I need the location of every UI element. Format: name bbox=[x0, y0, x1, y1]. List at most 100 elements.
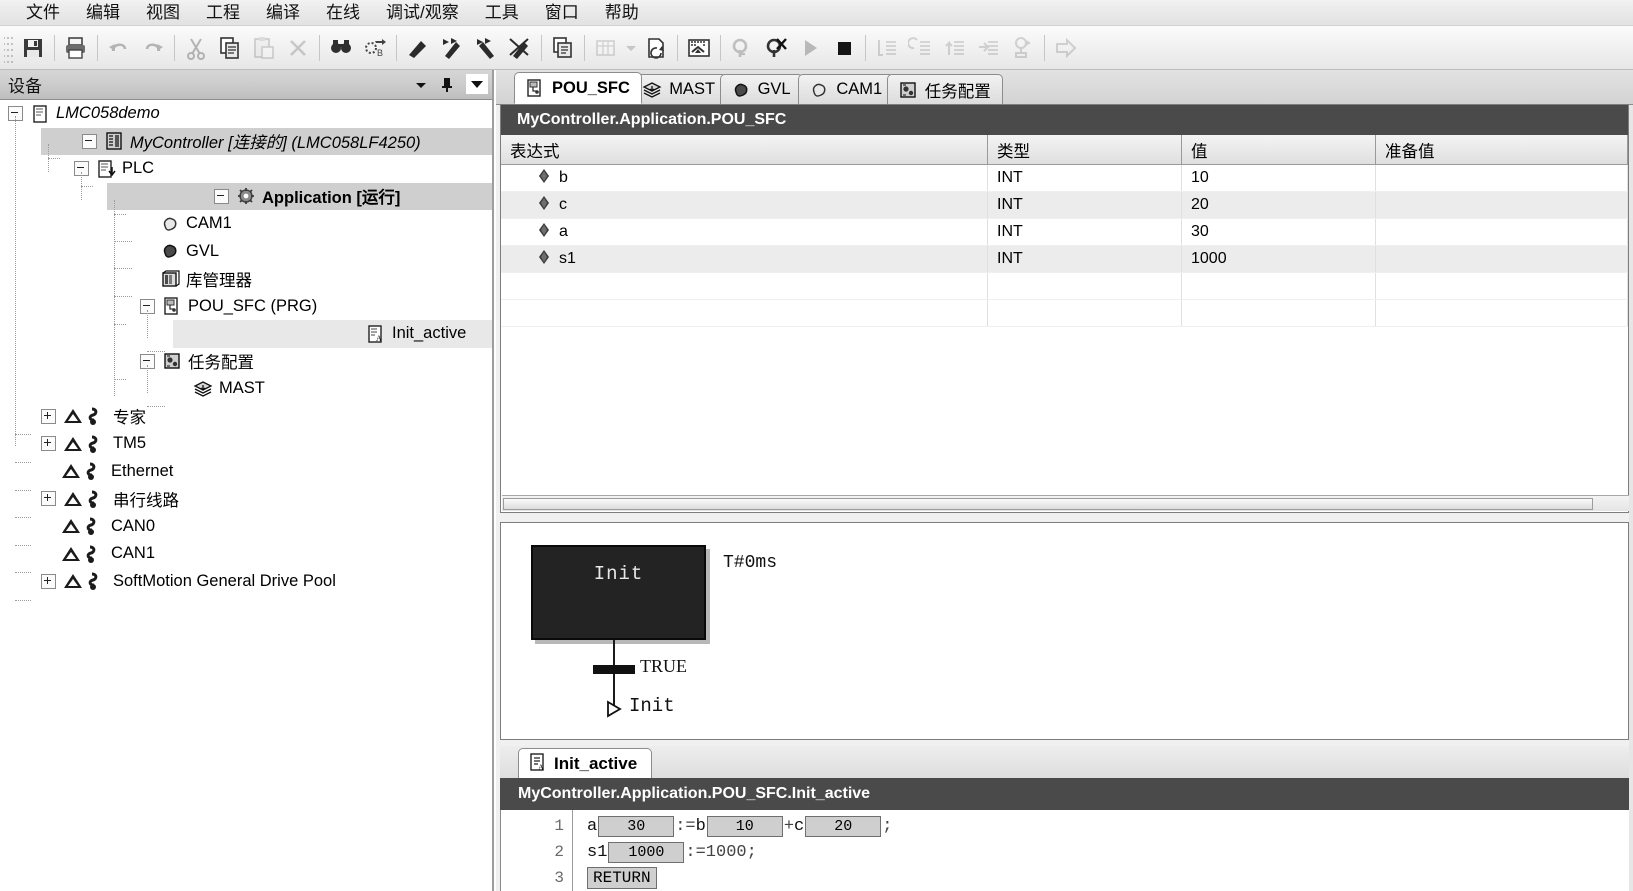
redo-icon[interactable] bbox=[136, 31, 170, 65]
arrow-right-icon[interactable] bbox=[1049, 31, 1083, 65]
cell-type[interactable]: INT bbox=[988, 246, 1182, 272]
tree-expand-icon[interactable] bbox=[41, 408, 56, 424]
cell-value[interactable]: 30 bbox=[1182, 219, 1376, 245]
cell-empty[interactable] bbox=[988, 300, 1182, 326]
cell-value[interactable]: 1000 bbox=[1182, 246, 1376, 272]
cell-type[interactable]: INT bbox=[988, 192, 1182, 218]
tree-collapse-icon[interactable] bbox=[82, 133, 97, 149]
step-up-icon[interactable] bbox=[938, 31, 972, 65]
panel-dropdown-icon[interactable] bbox=[408, 74, 434, 96]
tree-item[interactable]: LMC058demo bbox=[0, 100, 160, 128]
step-into-icon[interactable] bbox=[469, 31, 503, 65]
cut-icon[interactable] bbox=[179, 31, 213, 65]
sfc-transition-bar[interactable] bbox=[593, 665, 635, 674]
code-line[interactable]: s1 1000:=1000; bbox=[587, 840, 757, 864]
inline-monitor-value[interactable]: 1000 bbox=[608, 841, 685, 863]
tree-item[interactable]: MAST bbox=[0, 375, 265, 403]
menu-project[interactable]: 工程 bbox=[206, 3, 240, 23]
menu-build[interactable]: 编译 bbox=[266, 3, 300, 23]
sfc-diagram-panel[interactable]: Init T#0ms TRUE Init bbox=[500, 522, 1629, 740]
clipboard-list-icon[interactable] bbox=[546, 31, 580, 65]
tree-item[interactable]: PLC bbox=[0, 155, 154, 183]
inline-monitor-value[interactable]: 10 bbox=[706, 815, 783, 837]
cell-prepared-value[interactable] bbox=[1376, 219, 1628, 245]
cell-empty[interactable] bbox=[501, 300, 988, 326]
code-body[interactable]: 123 a 30:= b 10 + c 20; s1 1000:=1000; RETURN bbox=[500, 810, 1629, 891]
menu-online[interactable]: 在线 bbox=[326, 3, 360, 23]
tree-item[interactable]: MyController [连接的] (LMC058LF4250) bbox=[41, 127, 492, 155]
table-row-empty[interactable] bbox=[501, 300, 1628, 327]
chevron-down-icon[interactable] bbox=[623, 31, 639, 65]
paste-icon[interactable] bbox=[247, 31, 281, 65]
breakpoint-icon[interactable] bbox=[401, 31, 435, 65]
pin-icon[interactable] bbox=[434, 74, 460, 96]
grid-dropdown-icon[interactable] bbox=[589, 31, 623, 65]
tree-item[interactable]: 任务配置 bbox=[0, 348, 254, 376]
replace-icon[interactable]: B bbox=[358, 31, 392, 65]
menu-edit[interactable]: 编辑 bbox=[86, 3, 120, 23]
code-line[interactable]: a 30:= b 10 + c 20; bbox=[587, 814, 892, 838]
monitor-hscrollbar[interactable] bbox=[502, 495, 1629, 511]
cell-empty[interactable] bbox=[1182, 273, 1376, 299]
code-line[interactable]: RETURN bbox=[587, 866, 657, 890]
return-statement[interactable]: RETURN bbox=[587, 867, 657, 889]
step-over-icon[interactable] bbox=[435, 31, 469, 65]
tree-item[interactable]: Application [运行] bbox=[107, 182, 492, 210]
inline-monitor-value[interactable]: 20 bbox=[805, 815, 882, 837]
inline-monitor-value[interactable]: 30 bbox=[598, 815, 675, 837]
menu-window[interactable]: 窗口 bbox=[545, 3, 579, 23]
find-icon[interactable] bbox=[324, 31, 358, 65]
cell-empty[interactable] bbox=[988, 273, 1182, 299]
table-row[interactable]: a INT 30 bbox=[501, 219, 1628, 246]
tab-POU_SFC[interactable]: POU_SFC bbox=[514, 72, 642, 104]
table-row[interactable]: b INT 10 bbox=[501, 165, 1628, 192]
new-page-icon[interactable] bbox=[639, 31, 673, 65]
menu-view[interactable]: 视图 bbox=[146, 3, 180, 23]
cell-expression[interactable]: s1 bbox=[501, 246, 988, 272]
cell-type[interactable]: INT bbox=[988, 219, 1182, 245]
cell-empty[interactable] bbox=[1376, 273, 1628, 299]
menu-debug-watch[interactable]: 调试/观察 bbox=[386, 3, 459, 23]
cell-prepared-value[interactable] bbox=[1376, 165, 1628, 191]
toolbar-grip[interactable] bbox=[4, 32, 14, 63]
tab-任务配置[interactable]: 任务配置 bbox=[886, 74, 1003, 104]
undo-icon[interactable] bbox=[102, 31, 136, 65]
tree-item[interactable]: A Init_active bbox=[173, 320, 492, 348]
step-to-icon[interactable] bbox=[972, 31, 1006, 65]
tree-item[interactable]: 专家 bbox=[0, 403, 146, 431]
cycle-icon[interactable] bbox=[1006, 31, 1040, 65]
logout-icon[interactable] bbox=[759, 31, 793, 65]
tree-expand-icon[interactable] bbox=[41, 436, 56, 452]
sfc-step-init[interactable]: Init bbox=[531, 545, 706, 640]
save-icon[interactable] bbox=[16, 31, 50, 65]
tree-item[interactable]: POU_SFC (PRG) bbox=[0, 293, 317, 321]
tab-CAM1[interactable]: CAM1 bbox=[798, 74, 895, 104]
cell-empty[interactable] bbox=[501, 273, 988, 299]
cell-expression[interactable]: b bbox=[501, 165, 988, 191]
sfc-canvas[interactable]: Init T#0ms TRUE Init bbox=[501, 523, 1628, 739]
cell-value[interactable]: 20 bbox=[1182, 192, 1376, 218]
tree-collapse-icon[interactable] bbox=[214, 188, 229, 204]
cell-empty[interactable] bbox=[1182, 300, 1376, 326]
tree-item[interactable]: 库管理器 bbox=[0, 265, 252, 293]
cell-value[interactable]: 10 bbox=[1182, 165, 1376, 191]
copy-icon[interactable] bbox=[213, 31, 247, 65]
step-back-icon[interactable] bbox=[904, 31, 938, 65]
column-header[interactable]: 表达式 bbox=[501, 135, 988, 164]
menu-file[interactable]: 文件 bbox=[26, 3, 60, 23]
tree-scroll-down-arrow[interactable] bbox=[466, 74, 488, 94]
build-icon[interactable] bbox=[682, 31, 716, 65]
column-header[interactable]: 类型 bbox=[988, 135, 1182, 164]
tree-expand-icon[interactable] bbox=[41, 573, 56, 589]
tree-item[interactable]: SoftMotion General Drive Pool bbox=[0, 568, 336, 596]
monitor-table-body[interactable]: b INT 10 c INT 20 a INT 30 s1 INT 1000 bbox=[501, 165, 1628, 327]
monitor-hscrollbar-thumb[interactable] bbox=[503, 498, 1593, 510]
cell-prepared-value[interactable] bbox=[1376, 246, 1628, 272]
step-out-icon[interactable] bbox=[503, 31, 537, 65]
stop-icon[interactable] bbox=[827, 31, 861, 65]
print-icon[interactable] bbox=[59, 31, 93, 65]
delete-icon[interactable] bbox=[281, 31, 315, 65]
menu-tools[interactable]: 工具 bbox=[485, 3, 519, 23]
tab-init-active[interactable]: A Init_active bbox=[518, 748, 653, 778]
column-header[interactable]: 值 bbox=[1182, 135, 1376, 164]
